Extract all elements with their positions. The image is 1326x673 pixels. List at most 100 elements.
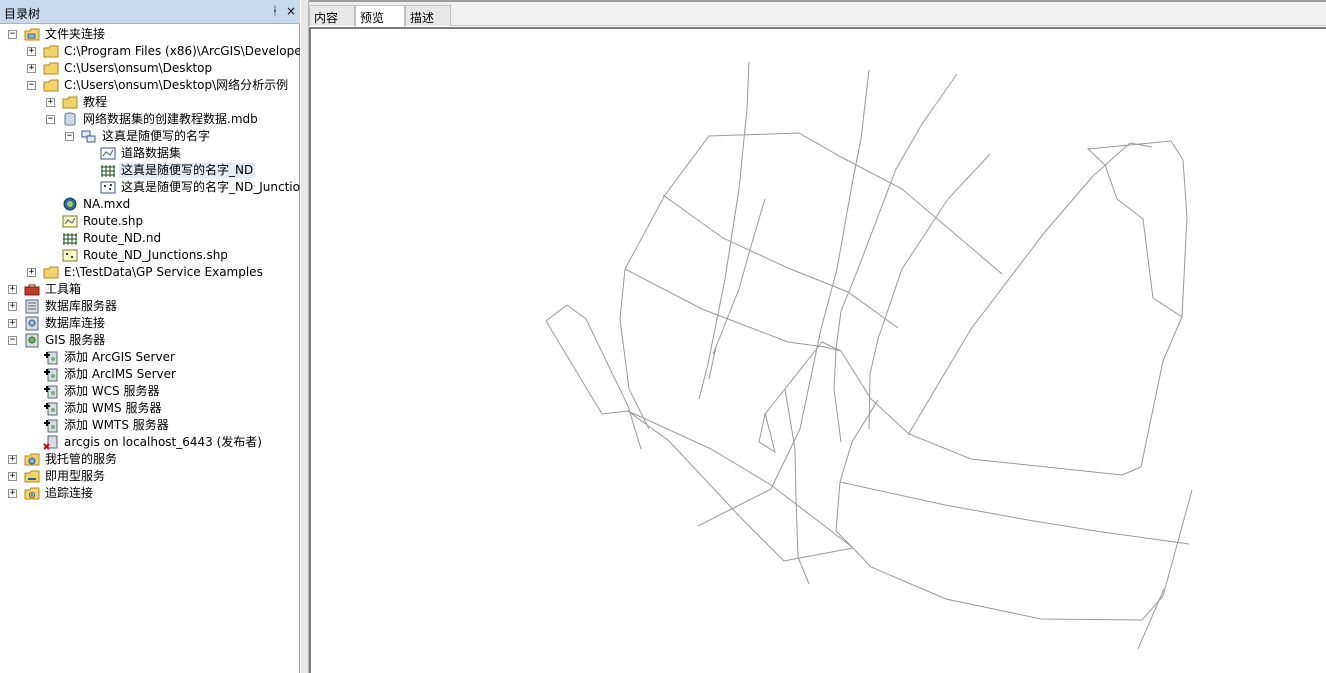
- tree-item[interactable]: + 教程: [0, 94, 300, 111]
- tree-item[interactable]: 这真是随便写的名字_ND: [0, 162, 300, 179]
- tab-label: 内容: [314, 11, 339, 25]
- network-dataset-icon: [100, 163, 116, 178]
- road-line: [835, 399, 879, 548]
- map-document-icon: [62, 197, 78, 212]
- expand-icon[interactable]: +: [8, 455, 17, 464]
- tree-item[interactable]: − 网络数据集的创建教程数据.mdb: [0, 111, 300, 128]
- tab-preview[interactable]: 预览: [355, 5, 405, 27]
- tab-contents[interactable]: 内容: [309, 5, 355, 26]
- add-server-icon: [43, 367, 59, 382]
- road-line: [664, 132, 1003, 275]
- add-server-icon: [43, 350, 59, 365]
- catalog-panel: 目录树 ᚽ × − 文件夹连接 + C:\Program Files (x86)\Ar…: [0, 0, 300, 673]
- tree-item-label: 添加 ArcIMS Server: [64, 367, 176, 381]
- expand-icon[interactable]: +: [46, 98, 55, 107]
- folder-icon: [43, 61, 59, 76]
- expand-icon[interactable]: +: [8, 302, 17, 311]
- road-line: [708, 198, 766, 380]
- tree-item-label: E:\TestData\GP Service Examples: [64, 265, 263, 279]
- tree-item-label: 文件夹连接: [45, 27, 106, 41]
- tab-label: 描述: [410, 11, 435, 25]
- tree-item[interactable]: + 数据库连接: [0, 315, 300, 332]
- tree-item[interactable]: Route.shp: [0, 213, 300, 230]
- pin-icon[interactable]: ᚽ: [268, 4, 282, 18]
- tree-item-label: 教程: [83, 95, 108, 109]
- database-connection-icon: [24, 316, 40, 331]
- road-network-map[interactable]: [311, 29, 1326, 673]
- ready-services-icon: [24, 469, 40, 484]
- collapse-icon[interactable]: −: [27, 81, 36, 90]
- toolbox-icon: [24, 282, 40, 297]
- tree-item[interactable]: 道路数据集: [0, 145, 300, 162]
- tree-item[interactable]: Route_ND.nd: [0, 230, 300, 247]
- tree-item-label: 这真是随便写的名字_ND_Junctio: [121, 180, 300, 194]
- database-server-icon: [24, 299, 40, 314]
- panel-splitter[interactable]: [301, 0, 309, 673]
- expand-icon[interactable]: +: [27, 64, 36, 73]
- expand-icon[interactable]: +: [8, 489, 17, 498]
- collapse-icon[interactable]: −: [46, 115, 55, 124]
- tree-item[interactable]: 添加 WMS 服务器: [0, 400, 300, 417]
- tree-item-label: 即用型服务: [45, 469, 106, 483]
- tree-item[interactable]: 添加 WCS 服务器: [0, 383, 300, 400]
- point-shapefile-icon: [62, 248, 78, 263]
- tree-item[interactable]: + E:\TestData\GP Service Examples: [0, 264, 300, 281]
- add-server-icon: [43, 418, 59, 433]
- catalog-title: 目录树: [4, 7, 41, 21]
- road-line: [662, 194, 899, 329]
- tab-bar: 内容 预览 描述: [309, 0, 1326, 27]
- tree-item-label: C:\Program Files (x86)\ArcGIS\Developer: [64, 44, 300, 58]
- collapse-icon[interactable]: −: [65, 132, 74, 141]
- tree-item-label: 网络数据集的创建教程数据.mdb: [83, 112, 258, 126]
- feature-dataset-icon: [81, 129, 97, 144]
- tree-item[interactable]: 添加 WMTS 服务器: [0, 417, 300, 434]
- tree-item-label: C:\Users\onsum\Desktop\网络分析示例: [64, 78, 289, 92]
- folder-icon: [43, 78, 59, 93]
- tree-item-label: 追踪连接: [45, 486, 94, 500]
- road-line: [627, 410, 854, 562]
- tree-item[interactable]: 添加 ArcGIS Server: [0, 349, 300, 366]
- tree-item[interactable]: arcgis on localhost_6443 (发布者): [0, 434, 300, 451]
- line-feature-class-icon: [100, 146, 116, 161]
- collapse-icon[interactable]: −: [8, 30, 17, 39]
- close-icon[interactable]: ×: [284, 4, 298, 18]
- expand-icon[interactable]: +: [27, 47, 36, 56]
- expand-icon[interactable]: +: [8, 472, 17, 481]
- gis-server-icon: [24, 333, 40, 348]
- tree-item-label: 数据库连接: [45, 316, 106, 330]
- tree-item[interactable]: + 我托管的服务: [0, 451, 300, 468]
- road-line: [545, 304, 642, 450]
- tree-item[interactable]: − 文件夹连接: [0, 26, 300, 43]
- tree-item-label: 这真是随便写的名字: [102, 129, 211, 143]
- tree-item[interactable]: + 即用型服务: [0, 468, 300, 485]
- add-server-icon: [43, 384, 59, 399]
- tree-item[interactable]: Route_ND_Junctions.shp: [0, 247, 300, 264]
- tree-item-label: NA.mxd: [83, 197, 131, 211]
- tree-item[interactable]: 这真是随便写的名字_ND_Junctio: [0, 179, 300, 196]
- tree-item-label: 添加 WMTS 服务器: [64, 418, 169, 432]
- tree-item-label: 工具箱: [45, 282, 82, 296]
- tree-item[interactable]: + C:\Users\onsum\Desktop: [0, 60, 300, 77]
- tree-item[interactable]: + 数据库服务器: [0, 298, 300, 315]
- expand-icon[interactable]: +: [8, 319, 17, 328]
- line-shapefile-icon: [62, 214, 78, 229]
- tab-label: 预览: [360, 11, 385, 25]
- tree-item[interactable]: NA.mxd: [0, 196, 300, 213]
- server-disconnected-icon: [43, 435, 59, 450]
- tree-item[interactable]: + C:\Program Files (x86)\ArcGIS\Developer: [0, 43, 300, 60]
- tree-item-label: Route_ND.nd: [83, 231, 162, 245]
- tree-item[interactable]: − GIS 服务器: [0, 332, 300, 349]
- expand-icon[interactable]: +: [27, 268, 36, 277]
- tree-item-label: C:\Users\onsum\Desktop: [64, 61, 213, 75]
- road-line: [619, 268, 650, 430]
- tab-description[interactable]: 描述: [405, 5, 451, 26]
- tree-item[interactable]: + 工具箱: [0, 281, 300, 298]
- tree-item[interactable]: − 这真是随便写的名字: [0, 128, 300, 145]
- folder-connection-icon: [24, 27, 40, 42]
- preview-pane[interactable]: [309, 27, 1326, 673]
- collapse-icon[interactable]: −: [8, 336, 17, 345]
- tree-item[interactable]: 添加 ArcIMS Server: [0, 366, 300, 383]
- tree-item[interactable]: + 追踪连接: [0, 485, 300, 502]
- tree-item[interactable]: − C:\Users\onsum\Desktop\网络分析示例: [0, 77, 300, 94]
- expand-icon[interactable]: +: [8, 285, 17, 294]
